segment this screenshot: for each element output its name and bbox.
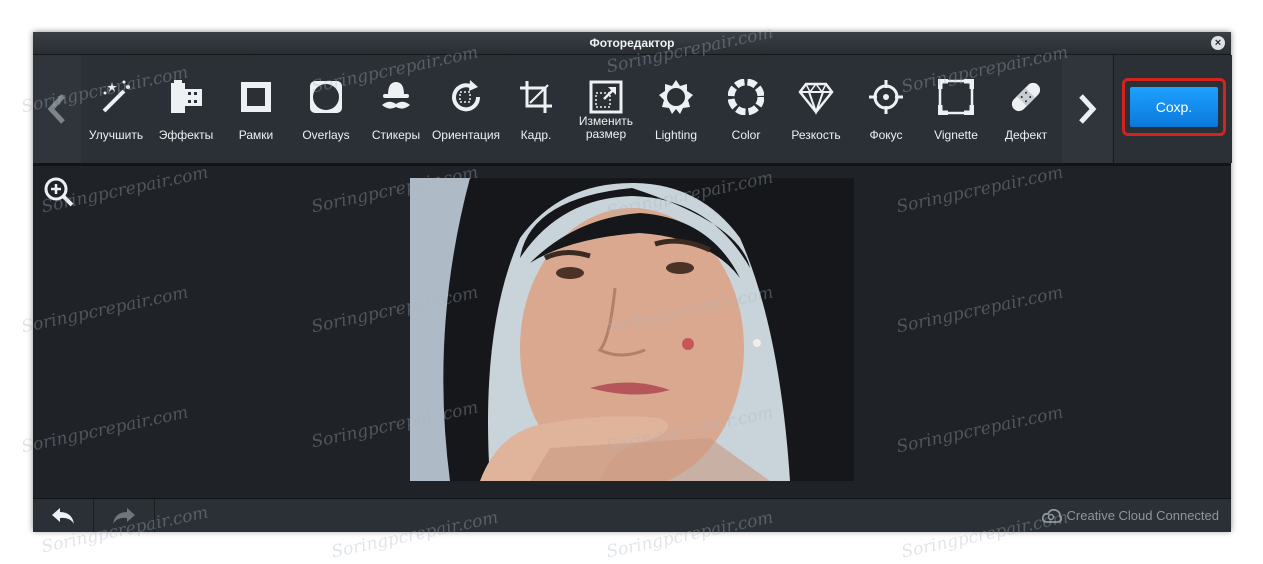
zoom-in-icon[interactable] (43, 176, 75, 208)
tool-orientation[interactable]: Ориентация (431, 55, 501, 163)
edited-photo[interactable] (410, 178, 854, 481)
tool-blemish[interactable]: Дефект (991, 55, 1061, 163)
tools-list: Улучшить Эффекты Рамки Overlays Стикеры … (81, 55, 1061, 163)
tool-stickers[interactable]: Стикеры (361, 55, 431, 163)
resize-icon (589, 80, 623, 114)
creative-cloud-status: Creative Cloud Connected (1041, 508, 1219, 523)
toolbar: Улучшить Эффекты Рамки Overlays Стикеры … (33, 55, 1232, 166)
save-button[interactable]: Сохр. (1130, 87, 1218, 127)
rotate-icon (452, 80, 481, 112)
crop-icon (520, 81, 552, 113)
hat-mustache-icon (382, 82, 410, 109)
save-area: Сохр. (1113, 55, 1232, 163)
tool-overlays[interactable]: Overlays (291, 55, 361, 163)
window-title: Фоторедактор (589, 36, 675, 50)
tool-enhance[interactable]: Улучшить (81, 55, 151, 163)
undo-icon[interactable] (33, 499, 94, 532)
chevron-right-icon[interactable] (1062, 55, 1112, 163)
title-bar: Фоторедактор × (33, 32, 1231, 55)
redo-icon[interactable] (94, 499, 155, 532)
color-ring-icon (728, 79, 764, 115)
creative-cloud-icon (1041, 508, 1062, 523)
magic-wand-icon (102, 80, 130, 113)
tool-sharpness[interactable]: Резкость (781, 55, 851, 163)
canvas-area (33, 166, 1231, 497)
tool-crop[interactable]: Кадр. (501, 55, 571, 163)
tool-lighting[interactable]: Lighting (641, 55, 711, 163)
overlay-icon (310, 81, 342, 113)
film-roll-icon (171, 80, 202, 113)
sun-icon (659, 80, 693, 114)
crosshair-icon (869, 80, 903, 114)
tool-focus[interactable]: Фокус (851, 55, 921, 163)
chevron-left-icon[interactable] (33, 55, 81, 163)
tool-frames[interactable]: Рамки (221, 55, 291, 163)
frame-icon (241, 82, 271, 112)
tool-label: Дефект (1004, 128, 1048, 142)
cc-label: Creative Cloud Connected (1066, 508, 1219, 523)
bottom-bar: Creative Cloud Connected (33, 498, 1231, 532)
photo-editor-window: Фоторедактор × Улучшить Эффекты Рамки Ov… (33, 32, 1232, 532)
tool-effects[interactable]: Эффекты (151, 55, 221, 163)
bandage-icon (1011, 82, 1041, 112)
close-icon[interactable]: × (1211, 36, 1225, 50)
diamond-icon (798, 82, 834, 115)
vignette-icon (938, 79, 974, 115)
tool-color[interactable]: Color (711, 55, 781, 163)
tool-vignette[interactable]: Vignette (921, 55, 991, 163)
tool-resize[interactable]: Изменить размер (571, 55, 641, 163)
